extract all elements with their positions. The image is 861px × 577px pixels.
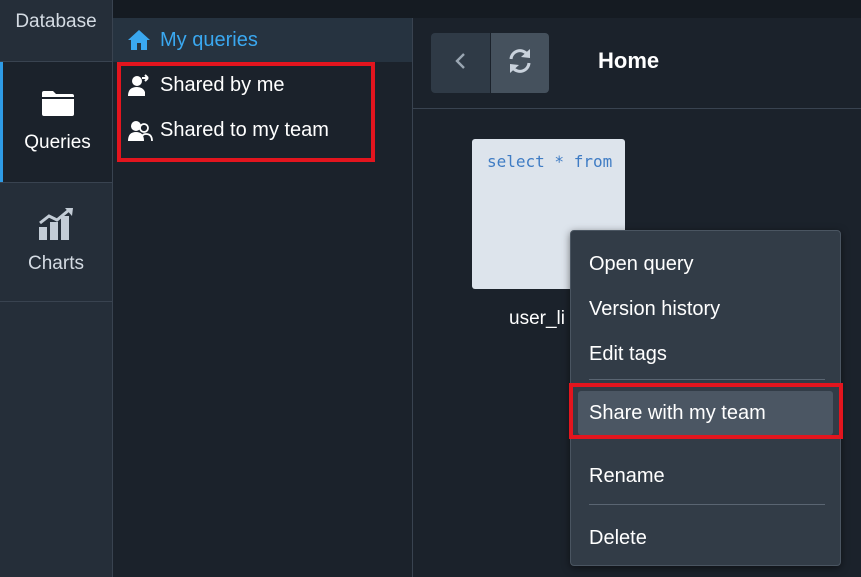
tree-item-shared-by-me[interactable]: Shared by me — [113, 63, 412, 107]
chart-icon — [38, 207, 74, 241]
folder-icon — [41, 86, 75, 120]
home-icon — [127, 28, 153, 52]
tree-item-my-queries[interactable]: My queries — [113, 18, 412, 62]
refresh-icon — [506, 47, 534, 80]
menu-item-edit-tags[interactable]: Edit tags — [571, 332, 840, 376]
menu-item-version-history[interactable]: Version history — [571, 287, 840, 331]
menu-divider — [589, 504, 825, 505]
menu-item-open-query[interactable]: Open query — [571, 242, 840, 286]
tree-top-strip — [113, 0, 413, 18]
toolbar: Home — [413, 18, 861, 109]
main-top-strip — [413, 0, 861, 18]
tree-item-my-queries-label: My queries — [160, 28, 258, 51]
left-nav-rail: Database Queries Charts — [0, 0, 113, 577]
menu-divider — [589, 379, 825, 380]
tree-item-shared-to-my-team[interactable]: Shared to my team — [113, 108, 412, 152]
rail-item-charts[interactable]: Charts — [0, 182, 112, 302]
rail-item-queries-label: Queries — [24, 132, 91, 153]
breadcrumb: Home — [598, 48, 660, 73]
query-tree-panel: My queries Shared by me Shared to my tea… — [113, 0, 413, 577]
tree-item-shared-by-me-label: Shared by me — [160, 73, 285, 96]
rail-item-database-label: Database — [15, 11, 97, 32]
user-share-icon — [127, 73, 153, 97]
menu-item-rename[interactable]: Rename — [571, 454, 840, 498]
chevron-left-icon — [454, 51, 468, 76]
team-icon — [127, 118, 153, 142]
rail-item-charts-label: Charts — [28, 253, 84, 274]
tree-item-shared-to-my-team-label: Shared to my team — [160, 118, 329, 141]
rail-item-database[interactable]: Database — [0, 0, 112, 62]
refresh-button[interactable] — [490, 33, 549, 93]
back-button[interactable] — [431, 33, 491, 93]
menu-item-delete[interactable]: Delete — [571, 516, 840, 560]
query-card-preview: select * from — [487, 152, 613, 171]
context-menu: Open query Version history Edit tags Sha… — [570, 230, 841, 566]
query-card-name[interactable]: user_li — [509, 308, 565, 330]
rail-item-queries[interactable]: Queries — [0, 62, 112, 182]
menu-item-share-with-my-team[interactable]: Share with my team — [578, 391, 833, 435]
